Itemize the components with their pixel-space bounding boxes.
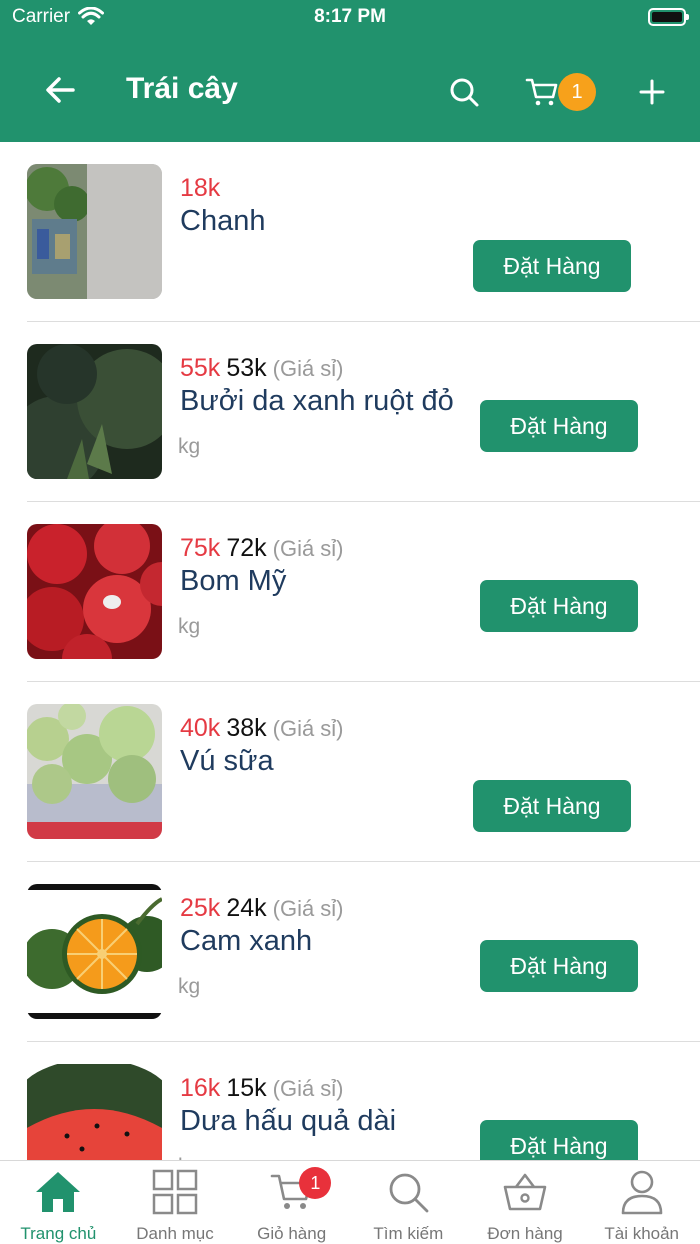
tab-account[interactable]: Tài khoản: [583, 1161, 700, 1244]
arrow-left-icon: [46, 77, 75, 103]
wholesale-price: 72k: [226, 534, 267, 562]
product-item[interactable]: 55k 53k (Giá sỉ) Bưởi da xanh ruột đỏ kg Đ…: [0, 322, 700, 502]
product-name[interactable]: Bom Mỹ: [180, 565, 286, 598]
status-time: 8:17 PM: [314, 6, 386, 27]
price-line: 55k 53k (Giá sỉ): [180, 354, 344, 383]
wholesale-price: 38k: [226, 714, 267, 742]
product-image[interactable]: [27, 524, 162, 659]
home-icon: [33, 1167, 83, 1216]
cart-count-badge: 1: [558, 73, 596, 111]
battery-icon: [648, 8, 689, 26]
status-bar: Carrier 8:17 PM: [0, 0, 700, 36]
plus-icon: [639, 79, 665, 105]
retail-price: 25k: [180, 894, 221, 922]
tab-label: Đơn hàng: [487, 1224, 563, 1243]
product-item[interactable]: 25k 24k (Giá sỉ) Cam xanh kg Đặt Hàng: [0, 862, 700, 1042]
retail-price: 75k: [180, 534, 221, 562]
order-button[interactable]: Đặt Hàng: [480, 940, 638, 992]
tab-search[interactable]: Tìm kiếm: [350, 1161, 467, 1244]
wholesale-note: (Giá sỉ): [272, 1076, 344, 1101]
tab-cart[interactable]: 1 Giỏ hàng: [233, 1161, 350, 1244]
search-icon: [450, 78, 479, 107]
product-image[interactable]: [27, 704, 162, 839]
product-unit: kg: [178, 975, 201, 998]
product-name[interactable]: Cam xanh: [180, 925, 312, 958]
tab-label: Danh mục: [136, 1224, 214, 1243]
wholesale-note: (Giá sỉ): [272, 716, 344, 741]
order-button[interactable]: Đặt Hàng: [473, 780, 631, 832]
cart-count-badge: 1: [299, 1167, 332, 1199]
app-header: Carrier 8:17 PM Trái cây 1: [0, 0, 700, 142]
product-name[interactable]: Bưởi da xanh ruột đỏ: [180, 385, 454, 418]
wholesale-note: (Giá sỉ): [272, 536, 344, 561]
add-button[interactable]: [632, 72, 672, 112]
page-title: Trái cây: [126, 72, 238, 105]
product-item[interactable]: 40k 38k (Giá sỉ) Vú sữa Đặt Hàng: [0, 682, 700, 862]
tab-label: Giỏ hàng: [257, 1224, 327, 1243]
order-button[interactable]: Đặt Hàng: [480, 580, 638, 632]
product-list[interactable]: 18k Chanh Đặt Hàng 55k 53k (Giá sỉ) Bưởi d…: [0, 142, 700, 1160]
order-button[interactable]: Đặt Hàng: [480, 400, 638, 452]
order-button[interactable]: Đặt Hàng: [473, 240, 631, 292]
tab-categories[interactable]: Danh mục: [117, 1161, 234, 1244]
price-line: 25k 24k (Giá sỉ): [180, 894, 344, 923]
grid-icon: [150, 1167, 200, 1216]
price-line: 75k 72k (Giá sỉ): [180, 534, 344, 563]
cart-icon: [525, 78, 558, 106]
product-name[interactable]: Dưa hấu quả dài: [180, 1105, 396, 1138]
tab-label: Tìm kiếm: [373, 1224, 444, 1243]
product-name[interactable]: Vú sữa: [180, 745, 274, 778]
product-image[interactable]: [27, 344, 162, 479]
wholesale-note: (Giá sỉ): [272, 896, 344, 921]
tab-label: Tài khoản: [604, 1224, 680, 1243]
basket-icon: [500, 1167, 550, 1216]
tab-bar: Trang chủ Danh mục 1 Giỏ hàng Tìm kiếm Đ…: [0, 1160, 700, 1244]
tab-label: Trang chủ: [20, 1224, 97, 1243]
retail-price: 16k: [180, 1074, 221, 1102]
user-icon: [617, 1167, 667, 1216]
wholesale-price: 24k: [226, 894, 267, 922]
price-line: 18k: [180, 174, 220, 203]
tab-orders[interactable]: Đơn hàng: [467, 1161, 584, 1244]
product-image[interactable]: [27, 164, 162, 299]
product-item[interactable]: 16k15k(Giá sỉ) Dưa hấu quả dài kg Đặt Hà…: [0, 1042, 700, 1160]
product-name[interactable]: Chanh: [180, 205, 265, 238]
wholesale-price: 53k: [226, 354, 267, 382]
price-line: 40k 38k (Giá sỉ): [180, 714, 344, 743]
product-unit: kg: [178, 435, 201, 458]
back-button[interactable]: [40, 70, 80, 110]
product-item[interactable]: 18k Chanh Đặt Hàng: [0, 142, 700, 322]
product-item[interactable]: 75k 72k (Giá sỉ) Bom Mỹ kg Đặt Hàng: [0, 502, 700, 682]
wholesale-note: (Giá sỉ): [272, 356, 344, 381]
retail-price: 40k: [180, 714, 221, 742]
product-image[interactable]: [27, 884, 162, 1019]
product-unit: kg: [178, 615, 201, 638]
search-icon: [383, 1167, 433, 1216]
order-button[interactable]: Đặt Hàng: [480, 1120, 638, 1160]
product-image[interactable]: [27, 1064, 162, 1160]
tab-home[interactable]: Trang chủ: [0, 1161, 117, 1244]
wholesale-price: 15k: [226, 1074, 267, 1102]
search-button[interactable]: [444, 72, 484, 112]
price-line: 16k 15k (Giá sỉ): [180, 1074, 344, 1103]
retail-price: 55k: [180, 354, 221, 382]
retail-price: 18k: [180, 174, 221, 202]
